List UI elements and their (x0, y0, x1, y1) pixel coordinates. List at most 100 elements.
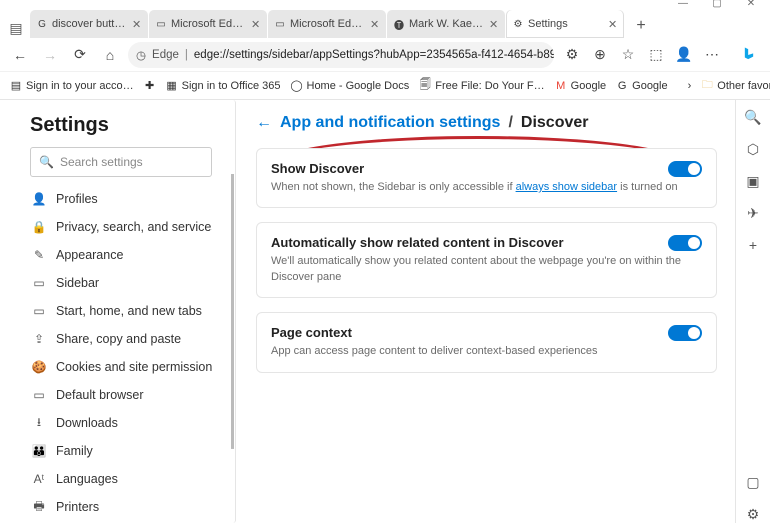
nav-privacy[interactable]: 🔒Privacy, search, and services (30, 213, 212, 241)
nav-label: Start, home, and new tabs (56, 304, 202, 318)
refresh-button[interactable]: ⟳ (68, 43, 92, 67)
google-favicon: G (36, 18, 48, 30)
close-icon[interactable]: ✕ (608, 18, 618, 31)
address-separator: | (185, 49, 188, 61)
favorites-icon[interactable]: ☆ (616, 43, 640, 67)
new-tab-button[interactable]: + (629, 14, 653, 38)
share-icon: ⇪ (32, 332, 46, 346)
siderail-add-icon[interactable]: + (744, 236, 762, 254)
bookmark-item[interactable]: ▤ Sign in to your acco… (10, 80, 134, 92)
siderail-copilot-icon[interactable]: ⬡ (744, 140, 762, 158)
window-titlebar: — ▢ ✕ (0, 0, 770, 8)
tab-3[interactable]: 🅣 Mark W. Kaelin, A… ✕ (387, 10, 505, 38)
collections-icon[interactable]: ⬚ (644, 43, 668, 67)
toggle-auto-related[interactable] (668, 235, 702, 251)
profile-icon: 👤 (32, 192, 46, 206)
nav-cookies[interactable]: 🍪 Cookies and site permissions (30, 353, 212, 381)
gear-icon: ⚙ (512, 18, 524, 30)
more-menu-icon[interactable]: ⋯ (700, 43, 724, 67)
doc-icon: 🗐 (419, 80, 431, 92)
family-icon: 👪 (32, 444, 46, 458)
bing-discover-button[interactable] (736, 42, 762, 68)
nav-start-home[interactable]: ▭Start, home, and new tabs (30, 297, 212, 325)
bookmark-item[interactable]: ▦Sign in to Office 365 (166, 80, 281, 92)
nav-label: Profiles (56, 192, 98, 206)
window-maximize[interactable]: ▢ (708, 0, 726, 9)
nav-label: Downloads (56, 416, 118, 430)
back-arrow-icon[interactable]: ← (256, 114, 272, 132)
card-auto-related: Automatically show related content in Di… (256, 222, 717, 298)
desc-text: When not shown, the Sidebar is only acce… (271, 181, 516, 193)
other-favorites[interactable]: 🗀Other favorites (701, 80, 770, 92)
nav-label: Share, copy and paste (56, 332, 181, 346)
nav-printers[interactable]: 🖶Printers (30, 493, 212, 521)
breadcrumb: ← App and notification settings / Discov… (256, 114, 717, 132)
toggle-page-context[interactable] (668, 325, 702, 341)
close-icon[interactable]: ✕ (370, 18, 380, 31)
settings-content: ← App and notification settings / Discov… (238, 100, 735, 523)
nav-family[interactable]: 👪Family (30, 437, 212, 465)
card-description: App can access page content to deliver c… (271, 344, 702, 359)
microsoft-icon: ▤ (10, 80, 22, 92)
settings-heading: Settings (30, 114, 212, 137)
download-icon: ⭳ (32, 416, 46, 430)
card-title: Automatically show related content in Di… (271, 235, 702, 250)
tab-label: Settings (528, 18, 604, 30)
settings-search[interactable]: 🔍 Search settings (30, 147, 212, 177)
card-page-context: Page context App can access page content… (256, 312, 717, 372)
home-button[interactable]: ⌂ (98, 43, 122, 67)
bookmarks-overflow[interactable]: › (688, 80, 692, 92)
tab-label: discover button in … (52, 18, 128, 30)
bookmark-item[interactable]: ◯Home - Google Docs (291, 80, 410, 92)
address-bar[interactable]: ◷ Edge | edge://settings/sidebar/appSett… (128, 42, 554, 68)
nav-label: Default browser (56, 388, 144, 402)
bookmark-item[interactable]: GGoogle (616, 80, 667, 92)
siderail-outlook-icon[interactable]: ▣ (744, 172, 762, 190)
toggle-show-discover[interactable] (668, 161, 702, 177)
site-favicon: 🅣 (393, 18, 405, 30)
nav-label: Sidebar (56, 276, 99, 290)
always-show-sidebar-link[interactable]: always show sidebar (516, 181, 618, 193)
siderail-settings-icon[interactable]: ⚙ (744, 505, 762, 523)
nav-appearance[interactable]: ✎Appearance (30, 241, 212, 269)
tab-0[interactable]: G discover button in … ✕ (30, 10, 148, 38)
tab-2[interactable]: ▭ Microsoft Edge rel… ✕ (268, 10, 386, 38)
bookmark-item[interactable]: ✚ (144, 80, 156, 92)
profile-avatar[interactable]: 👤 (672, 43, 696, 67)
nav-sidebar[interactable]: ▭Sidebar (30, 269, 212, 297)
extensions-icon[interactable]: ⊕ (588, 43, 612, 67)
nav-languages[interactable]: AᵗLanguages (30, 465, 212, 493)
nav-profiles[interactable]: 👤 Profiles (30, 185, 212, 213)
siderail-search-icon[interactable]: 🔍 (744, 108, 762, 126)
gear-icon[interactable]: ⚙ (560, 43, 584, 67)
nav-label: Printers (56, 500, 99, 514)
close-icon[interactable]: ✕ (251, 18, 261, 31)
close-icon[interactable]: ✕ (489, 18, 499, 31)
close-icon[interactable]: ✕ (132, 18, 142, 31)
edge-siderail: 🔍 ⬡ ▣ ✈ + ▢ ⚙ (736, 100, 770, 523)
tab-4-active[interactable]: ⚙ Settings ✕ (506, 10, 624, 38)
forward-button[interactable]: → (38, 43, 62, 67)
window-minimize[interactable]: — (674, 0, 692, 9)
cookie-icon: 🍪 (32, 360, 46, 374)
bookmark-item[interactable]: MGoogle (555, 80, 606, 92)
bookmark-label: Sign in to your acco… (26, 80, 134, 92)
bookmark-label: Google (571, 80, 606, 92)
bookmark-label: Free File: Do Your F… (435, 80, 544, 92)
siderail-send-icon[interactable]: ✈ (744, 204, 762, 222)
siderail-panel-icon[interactable]: ▢ (744, 473, 762, 491)
tab-1[interactable]: ▭ Microsoft Edge rel… ✕ (149, 10, 267, 38)
back-button[interactable]: ← (8, 43, 32, 67)
window-close[interactable]: ✕ (742, 0, 760, 9)
settings-sidebar: Settings 🔍 Search settings 👤 Profiles 🔒Pr… (0, 100, 230, 523)
edge-favicon: ▭ (155, 18, 167, 30)
nav-downloads[interactable]: ⭳ Downloads (30, 409, 212, 437)
tab-actions-button[interactable]: ▤ (6, 18, 26, 38)
bookmark-item[interactable]: 🗐 Free File: Do Your F… (419, 80, 544, 92)
nav-default-browser[interactable]: ▭Default browser (30, 381, 212, 409)
nav-label: Cookies and site permissions (56, 360, 212, 374)
breadcrumb-parent[interactable]: App and notification settings (280, 114, 500, 132)
nav-label: Languages (56, 472, 118, 486)
nav-share-copy[interactable]: ⇪ Share, copy and paste (30, 325, 212, 353)
card-show-discover: Show Discover When not shown, the Sideba… (256, 148, 717, 208)
